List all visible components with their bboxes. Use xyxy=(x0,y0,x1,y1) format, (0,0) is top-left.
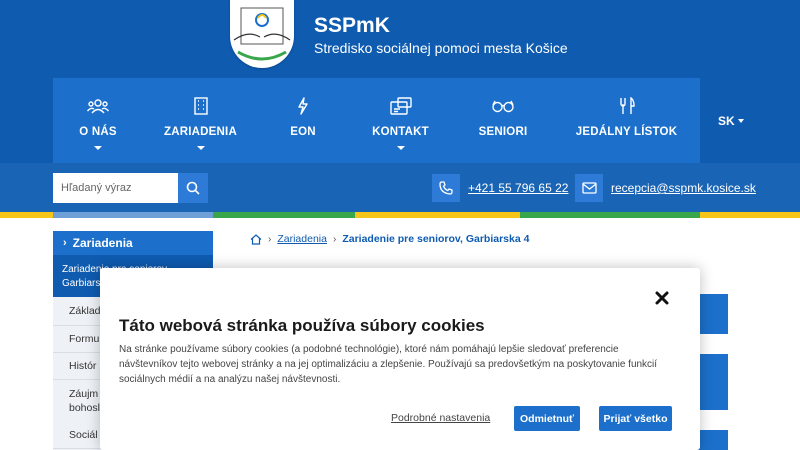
site-title[interactable]: SSPmK xyxy=(314,14,390,38)
nav-item-o-nas[interactable]: O NÁS xyxy=(53,78,143,163)
nav-label: SENIORI xyxy=(478,126,528,138)
cookie-text: Na stránke používame súbory cookies (a p… xyxy=(119,344,658,385)
nav-label: EON xyxy=(290,126,316,138)
accept-all-button[interactable]: Prijať všetko xyxy=(599,406,672,431)
search-input[interactable] xyxy=(53,173,178,203)
fork-knife-icon xyxy=(616,96,638,116)
language-switcher[interactable]: SK xyxy=(718,114,744,128)
logo-hands-icon xyxy=(233,7,291,61)
site-header: SSPmK Stredisko sociálnej pomoci mesta K… xyxy=(0,0,800,163)
phone-icon xyxy=(432,174,460,202)
main-nav: O NÁS ZARIADENIA EON KONTAKT SENIORI JED… xyxy=(53,78,700,163)
home-icon[interactable] xyxy=(250,233,262,245)
glasses-icon xyxy=(492,96,514,116)
search-button[interactable] xyxy=(178,173,208,203)
nav-item-zariadenia[interactable]: ZARIADENIA xyxy=(143,78,258,163)
sidebar-heading[interactable]: › Zariadenia xyxy=(53,231,213,255)
cookie-settings-link[interactable]: Podrobné nastavenia xyxy=(391,412,490,424)
language-label: SK xyxy=(718,114,735,128)
people-icon xyxy=(87,96,109,116)
chevron-down-icon xyxy=(737,119,744,123)
breadcrumb-link[interactable]: Zariadenia xyxy=(277,233,327,245)
nav-label: JEDÁLNY LÍSTOK xyxy=(575,126,678,138)
site-logo[interactable] xyxy=(230,0,294,68)
color-stripe xyxy=(0,212,800,218)
search-icon xyxy=(186,181,200,195)
nav-label: KONTAKT xyxy=(372,126,429,138)
email-contact[interactable]: recepcia@sspmk.kosice.sk xyxy=(575,173,756,203)
close-icon xyxy=(655,291,669,305)
breadcrumb: › Zariadenia › Zariadenie pre seniorov, … xyxy=(250,233,529,245)
breadcrumb-current: Zariadenie pre seniorov, Garbiarska 4 xyxy=(342,233,530,245)
nav-label: O NÁS xyxy=(79,126,117,138)
cookie-title: Táto webová stránka používa súbory cooki… xyxy=(119,316,485,335)
nav-item-jedalny-listok[interactable]: JEDÁLNY LÍSTOK xyxy=(553,78,700,163)
cookie-dialog: Táto webová stránka používa súbory cooki… xyxy=(100,268,700,450)
utility-bar: +421 55 796 65 22 recepcia@sspmk.kosice.… xyxy=(0,163,800,212)
nav-item-eon[interactable]: EON xyxy=(258,78,348,163)
nav-item-kontakt[interactable]: KONTAKT xyxy=(348,78,453,163)
chevron-down-icon xyxy=(94,146,102,150)
lightning-icon xyxy=(292,96,314,116)
site-subtitle: Stredisko sociálnej pomoci mesta Košice xyxy=(314,40,568,56)
phone-number[interactable]: +421 55 796 65 22 xyxy=(468,181,568,195)
chevron-down-icon xyxy=(196,146,205,150)
nav-item-seniori[interactable]: SENIORI xyxy=(453,78,553,163)
close-button[interactable] xyxy=(653,289,671,307)
sidebar-heading-label: Zariadenia xyxy=(72,236,133,250)
mail-icon xyxy=(575,174,603,202)
reject-button[interactable]: Odmietnuť xyxy=(514,406,580,431)
building-icon xyxy=(190,96,212,116)
chevron-right-icon: › xyxy=(63,237,67,249)
sidebar-item[interactable]: Záujm bohosl xyxy=(53,380,100,422)
chevron-right-icon: › xyxy=(332,233,337,245)
nav-label: ZARIADENIA xyxy=(164,126,237,138)
email-address[interactable]: recepcia@sspmk.kosice.sk xyxy=(611,181,756,195)
contact-card-icon xyxy=(389,96,412,116)
chevron-down-icon xyxy=(396,146,405,150)
phone-contact[interactable]: +421 55 796 65 22 xyxy=(432,173,568,203)
chevron-right-icon: › xyxy=(268,233,272,245)
